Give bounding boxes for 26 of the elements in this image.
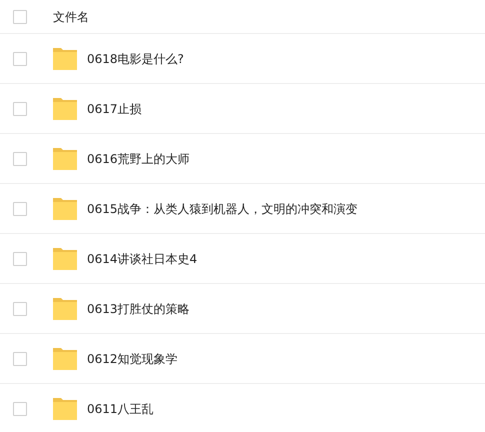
checkbox[interactable] [13, 52, 27, 66]
checkbox[interactable] [13, 102, 27, 116]
file-name[interactable]: 0614讲谈社日本史4 [87, 250, 198, 268]
checkbox[interactable] [13, 252, 27, 266]
file-name[interactable]: 0613打胜仗的策略 [87, 300, 190, 318]
folder-icon [53, 398, 77, 420]
checkbox[interactable] [13, 152, 27, 166]
folder-icon [53, 198, 77, 220]
file-name[interactable]: 0617止损 [87, 100, 142, 118]
file-name[interactable]: 0615战争：从类人猿到机器人，文明的冲突和演变 [87, 200, 358, 218]
folder-icon [53, 348, 77, 370]
folder-icon [53, 48, 77, 70]
folder-icon [53, 298, 77, 320]
checkbox[interactable] [13, 10, 27, 24]
folder-icon [53, 248, 77, 270]
column-header[interactable]: 文件名 [53, 8, 89, 26]
checkbox[interactable] [13, 302, 27, 316]
file-name[interactable]: 0612知觉现象学 [87, 350, 178, 368]
checkbox[interactable] [13, 202, 27, 216]
folder-icon [53, 98, 77, 120]
checkbox[interactable] [13, 402, 27, 416]
file-name[interactable]: 0611八王乱 [87, 400, 154, 418]
file-name[interactable]: 0616荒野上的大师 [87, 150, 190, 168]
file-name[interactable]: 0618电影是什么? [87, 50, 184, 68]
checkbox[interactable] [13, 352, 27, 366]
folder-icon [53, 148, 77, 170]
